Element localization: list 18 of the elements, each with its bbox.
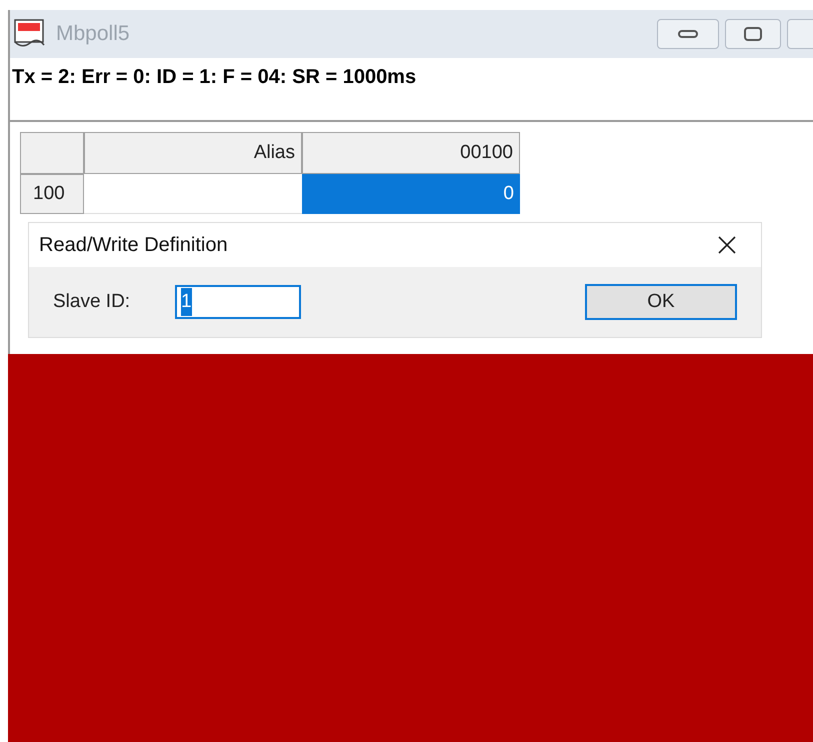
ok-button[interactable]: OK	[585, 284, 737, 320]
maximize-icon	[744, 27, 762, 41]
input-field[interactable]: 1	[175, 285, 301, 319]
close-icon	[717, 235, 737, 255]
minimize-icon	[678, 30, 698, 38]
row-header[interactable]: 100	[20, 174, 84, 214]
value-cell[interactable]: 0	[302, 174, 520, 214]
maximize-button[interactable]	[725, 19, 781, 49]
field-label: Slave ID:	[53, 290, 132, 314]
document-icon	[14, 19, 46, 49]
dialog-title: Read/Write Definition	[39, 233, 228, 258]
status-line: Tx = 2: Err = 0: ID = 1: F = 04: SR = 1000ms	[11, 65, 418, 90]
window-title: Mbpoll5	[56, 21, 130, 48]
column-header[interactable]: Alias	[84, 132, 302, 174]
corner-cell	[20, 132, 84, 174]
column-header[interactable]: 00100	[302, 132, 520, 174]
field-value: 1	[181, 288, 192, 316]
minimize-button[interactable]	[657, 19, 719, 49]
